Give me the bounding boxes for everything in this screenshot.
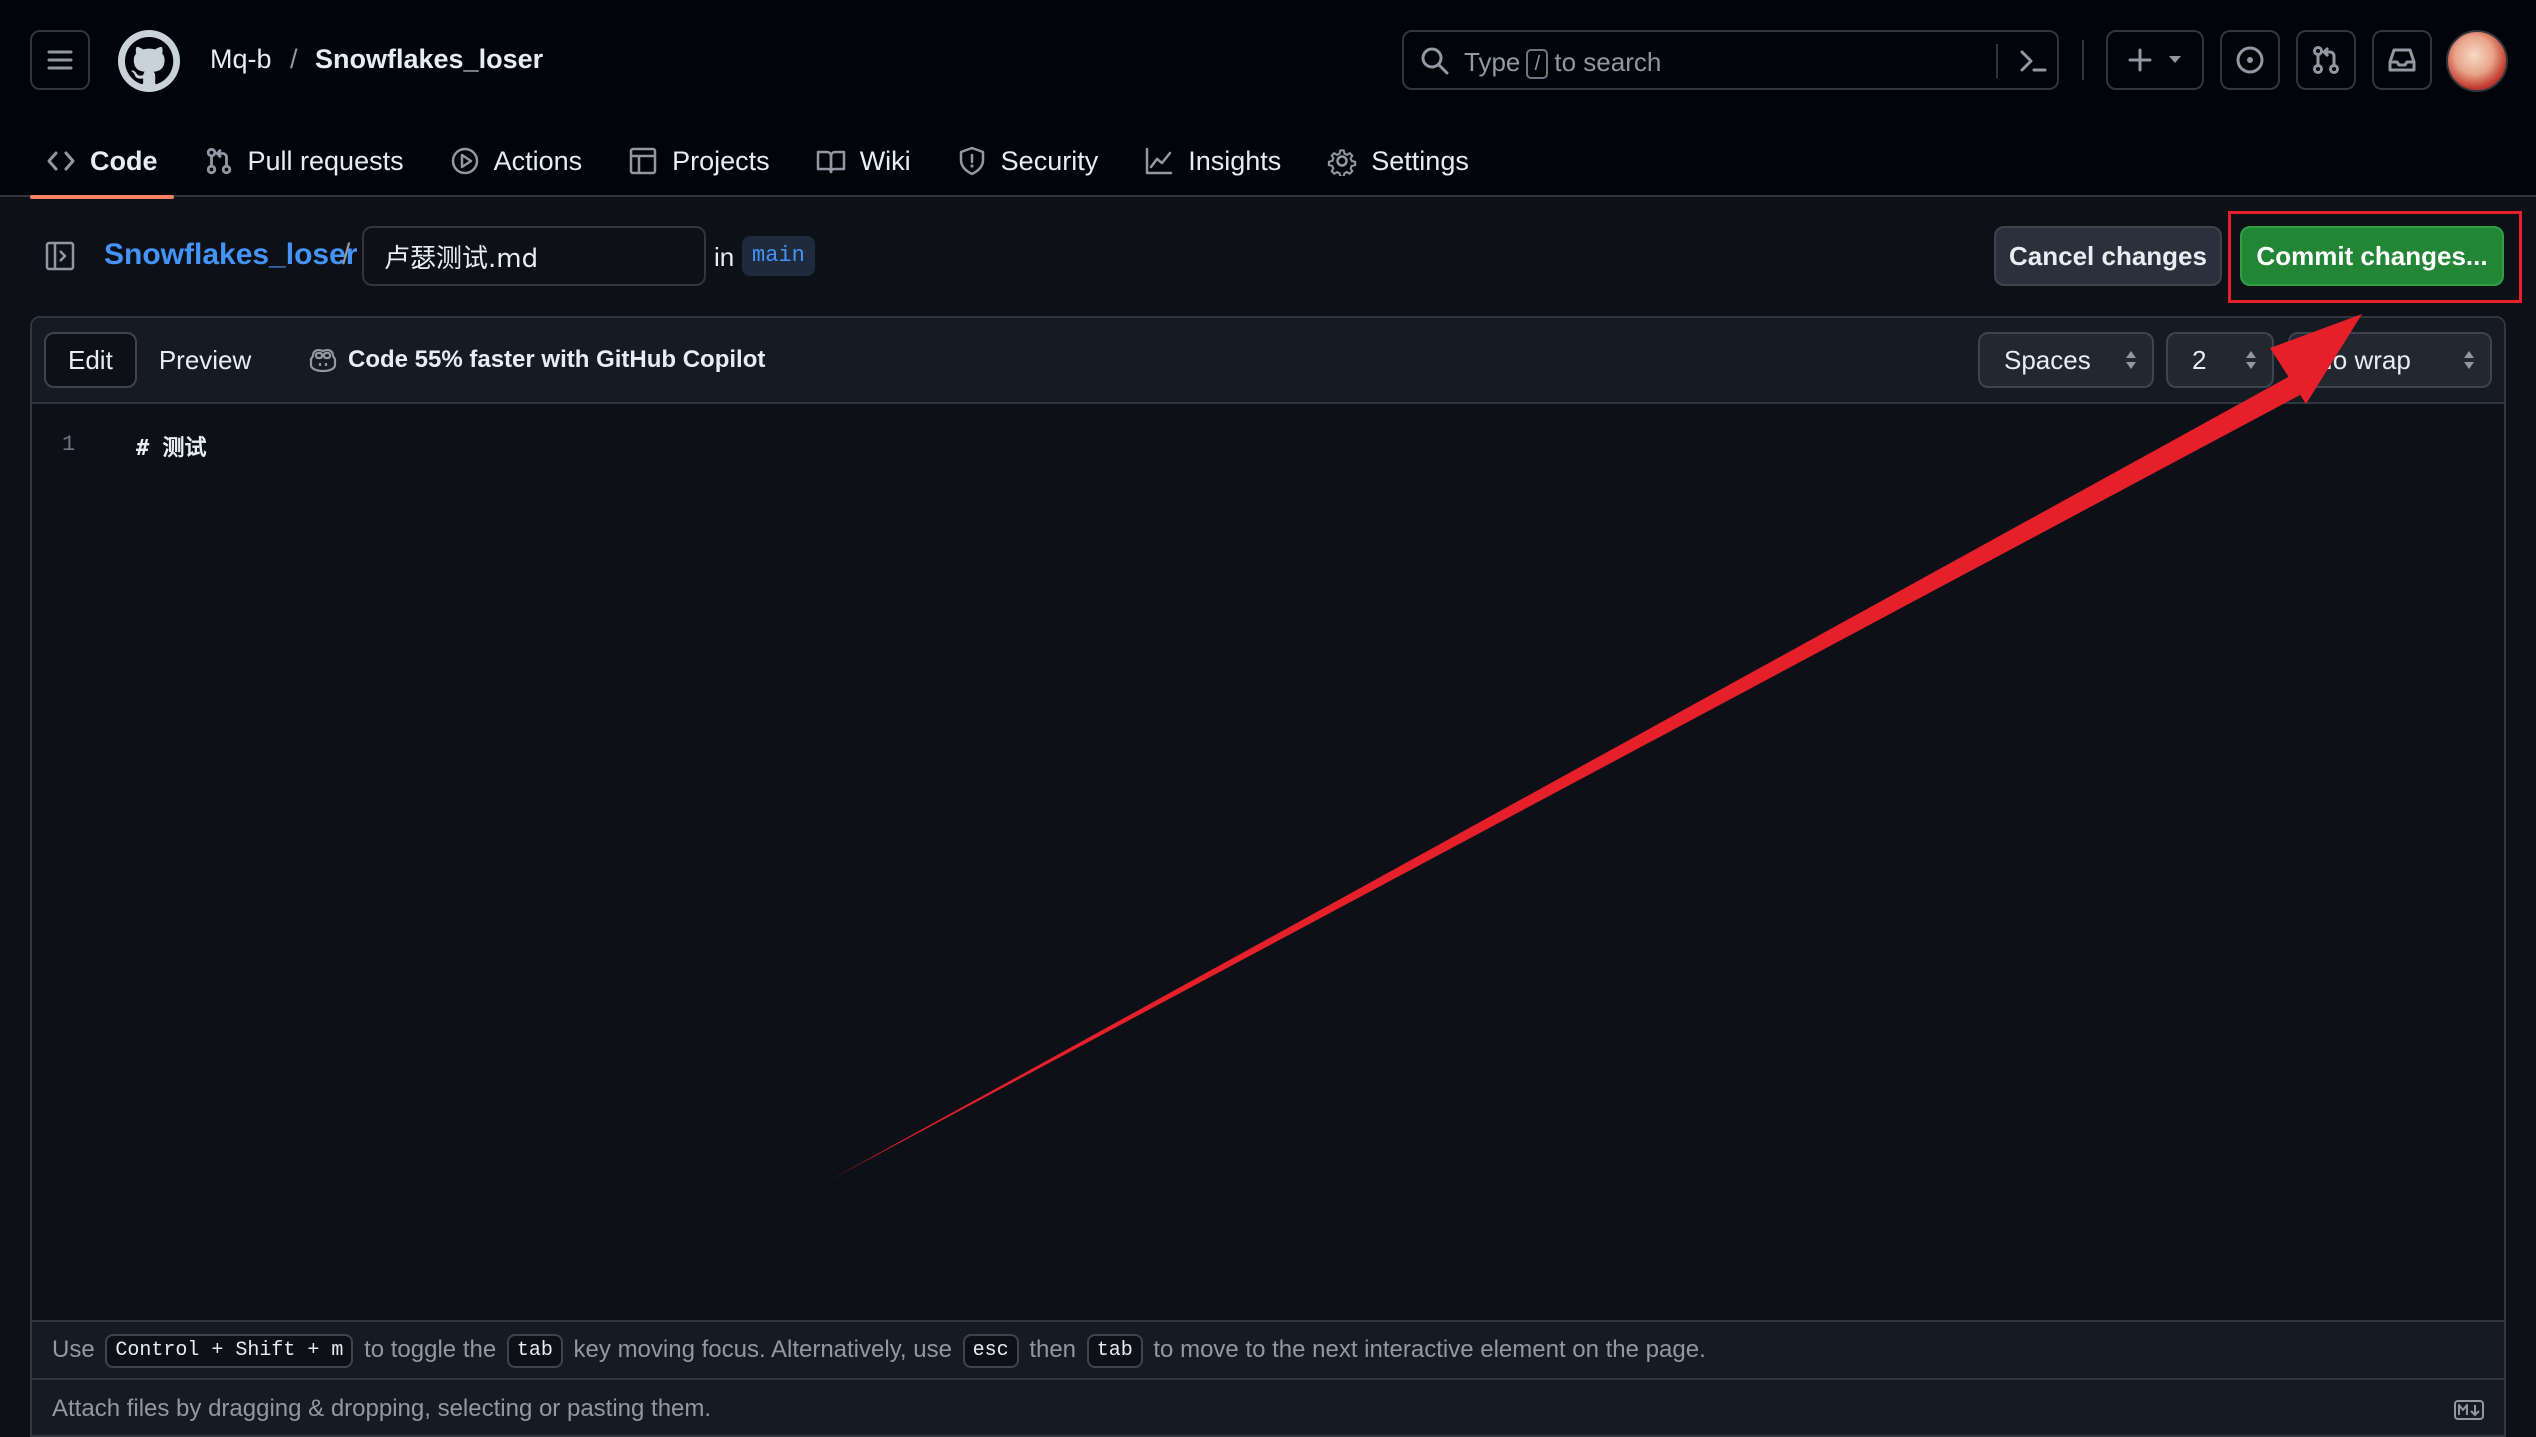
tab-pull-requests[interactable]: Pull requests bbox=[188, 125, 420, 197]
select-caret-icon bbox=[2464, 351, 2474, 369]
header-divider bbox=[2082, 40, 2084, 80]
inbox-button[interactable] bbox=[2372, 30, 2432, 90]
tab-security-label: Security bbox=[1000, 145, 1099, 176]
triangle-down-icon bbox=[2169, 56, 2181, 63]
indent-mode-select[interactable]: Spaces bbox=[1978, 332, 2154, 388]
annotation-highlight-box bbox=[2228, 211, 2522, 303]
hint-text-use: Use bbox=[52, 1336, 95, 1363]
copilot-promo-link[interactable]: Code 55% faster with GitHub Copilot bbox=[308, 346, 765, 374]
select-caret-icon bbox=[2126, 351, 2136, 369]
copilot-icon bbox=[309, 348, 337, 373]
menu-button[interactable] bbox=[30, 30, 90, 90]
git-pull-request-icon bbox=[206, 147, 231, 175]
tab-kbd: tab bbox=[506, 1333, 563, 1368]
issues-button[interactable] bbox=[2220, 30, 2280, 90]
tab-security[interactable]: Security bbox=[941, 125, 1115, 197]
tab-code[interactable]: Code bbox=[30, 125, 174, 199]
indent-mode-value: Spaces bbox=[2004, 345, 2091, 375]
hint-text-toggle: to toggle the bbox=[364, 1336, 497, 1363]
graph-icon bbox=[1145, 147, 1173, 175]
search-icon bbox=[1421, 47, 1449, 75]
tab-actions[interactable]: Actions bbox=[434, 125, 599, 197]
preview-tab[interactable]: Preview bbox=[137, 332, 273, 388]
wrap-mode-select[interactable]: No wrap bbox=[2288, 332, 2492, 388]
shortcut-kbd: Control + Shift + m bbox=[105, 1333, 354, 1368]
hamburger-icon bbox=[47, 50, 73, 70]
attach-files-text: Attach files by dragging & dropping, sel… bbox=[52, 1395, 712, 1422]
search-divider bbox=[1996, 44, 1998, 78]
issue-opened-icon bbox=[2236, 46, 2264, 74]
git-pull-request-icon bbox=[2313, 46, 2339, 74]
edit-tab[interactable]: Edit bbox=[44, 332, 137, 388]
esc-kbd: esc bbox=[962, 1333, 1019, 1368]
gear-icon bbox=[1328, 149, 1357, 176]
breadcrumb-separator: / bbox=[290, 44, 298, 74]
tab-insights-label: Insights bbox=[1188, 145, 1282, 176]
tab-kbd-2: tab bbox=[1086, 1333, 1143, 1368]
code-icon bbox=[47, 151, 75, 171]
tab-insights[interactable]: Insights bbox=[1128, 125, 1297, 197]
play-icon bbox=[451, 147, 478, 175]
search-input[interactable]: Type / to search bbox=[1402, 30, 2059, 90]
tab-settings-label: Settings bbox=[1371, 145, 1469, 176]
copilot-promo-text: Code 55% faster with GitHub Copilot bbox=[348, 346, 766, 373]
filename-input[interactable] bbox=[362, 226, 706, 286]
indent-size-value: 2 bbox=[2192, 345, 2207, 375]
pull-requests-button[interactable] bbox=[2296, 30, 2356, 90]
hint-text-then: then bbox=[1029, 1336, 1077, 1363]
command-palette-icon[interactable] bbox=[2016, 44, 2050, 78]
tab-wiki-label: Wiki bbox=[859, 145, 911, 176]
inbox-icon bbox=[2388, 48, 2416, 72]
github-logo-icon[interactable] bbox=[118, 30, 180, 92]
table-icon bbox=[629, 147, 657, 175]
indent-size-select[interactable]: 2 bbox=[2166, 332, 2274, 388]
editor-toolbar: Edit Preview Code 55% faster with GitHub… bbox=[32, 318, 2504, 404]
create-new-button[interactable] bbox=[2106, 30, 2204, 90]
app-header: Mq-b / Snowflakes_loser Type / to search C… bbox=[0, 0, 2536, 199]
tab-actions-label: Actions bbox=[493, 145, 583, 176]
book-icon bbox=[816, 150, 845, 174]
branch-name-badge[interactable]: main bbox=[742, 236, 815, 276]
sidebar-expand-icon[interactable] bbox=[44, 240, 76, 272]
file-editor: Edit Preview Code 55% faster with GitHub… bbox=[30, 316, 2506, 1437]
repo-breadcrumb-link[interactable]: Snowflakes_loser bbox=[104, 238, 357, 272]
hint-text-end: to move to the next interactive element … bbox=[1153, 1336, 1706, 1363]
tab-code-label: Code bbox=[90, 145, 158, 176]
line-number: 1 bbox=[62, 432, 76, 457]
path-separator: / bbox=[342, 238, 351, 271]
tab-projects-label: Projects bbox=[672, 145, 770, 176]
tab-wiki[interactable]: Wiki bbox=[800, 125, 927, 197]
wrap-mode-value: No wrap bbox=[2314, 345, 2411, 375]
slash-key-hint: / bbox=[1526, 49, 1549, 80]
search-placeholder: Type / to search bbox=[1464, 47, 1661, 80]
shield-icon bbox=[959, 146, 984, 176]
keyboard-hint-bar: Use Control + Shift + m to toggle the ta… bbox=[32, 1320, 2504, 1378]
hint-text-moving: key moving focus. Alternatively, use bbox=[573, 1336, 952, 1363]
tab-settings[interactable]: Settings bbox=[1311, 125, 1485, 197]
code-line[interactable]: # 测试 bbox=[136, 430, 207, 462]
user-avatar[interactable] bbox=[2446, 30, 2508, 92]
breadcrumb-owner[interactable]: Mq-b bbox=[210, 44, 272, 75]
repo-nav-tabs: Code Pull requests Actions Projects Wiki… bbox=[30, 125, 1499, 199]
edit-preview-toggle: Edit Preview bbox=[44, 332, 273, 388]
plus-icon bbox=[2128, 48, 2152, 72]
cancel-changes-button[interactable]: Cancel changes bbox=[1994, 226, 2222, 286]
breadcrumb-repo[interactable]: Snowflakes_loser bbox=[315, 44, 543, 75]
markdown-icon bbox=[2454, 1400, 2484, 1420]
attach-files-bar[interactable]: Attach files by dragging & dropping, sel… bbox=[32, 1378, 2504, 1435]
branch-in-label: in bbox=[714, 242, 735, 272]
tab-pull-requests-label: Pull requests bbox=[247, 145, 404, 176]
code-editor-area[interactable]: 1 # 测试 bbox=[32, 404, 2504, 1304]
tab-projects[interactable]: Projects bbox=[612, 125, 786, 197]
select-caret-icon bbox=[2246, 351, 2256, 369]
